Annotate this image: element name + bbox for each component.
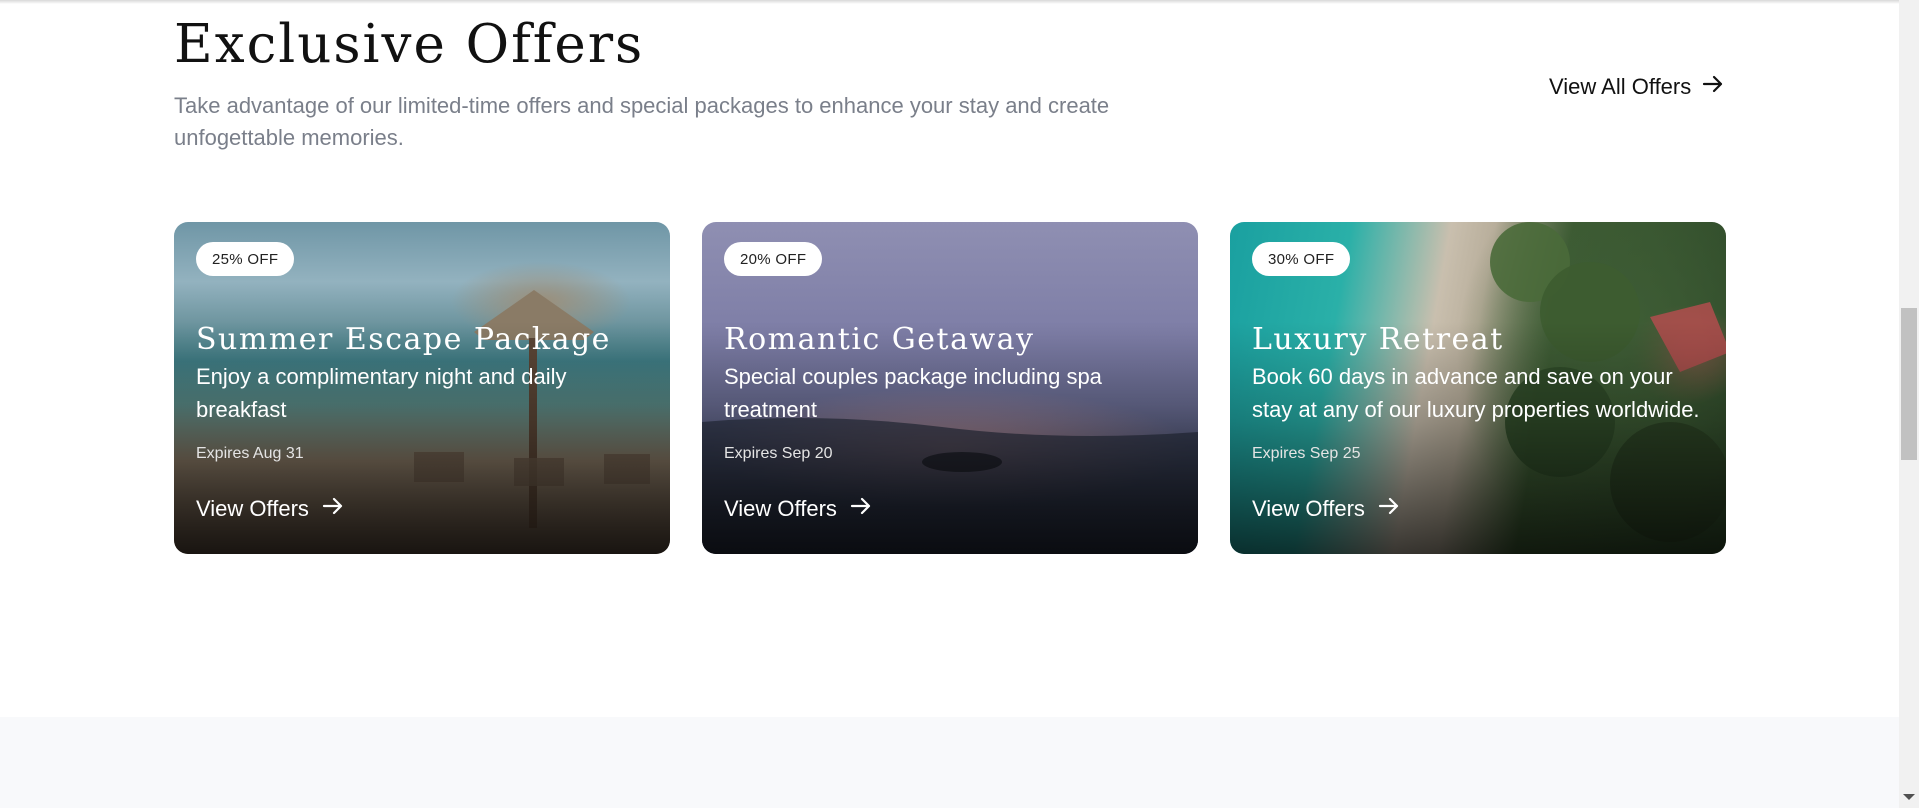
next-section-band [0,717,1899,808]
scroll-down-arrow-icon[interactable] [1903,794,1915,800]
section-title: Exclusive Offers [174,14,645,75]
discount-badge: 20% OFF [724,242,823,276]
card-description: Special couples package including spa tr… [724,364,1102,422]
card-title: Romantic Getaway [724,322,1035,357]
card-title: Summer Escape Package [196,322,611,357]
arrow-right-icon [321,494,345,524]
view-all-offers-link[interactable]: View All Offers [1549,72,1725,102]
card-description: Enjoy a complimentary night and daily br… [196,364,567,422]
section-description: Take advantage of our limited-time offer… [174,93,1110,150]
page: Exclusive Offers Take advantage of our l… [0,0,1899,808]
view-all-offers-label: View All Offers [1549,74,1692,99]
view-offers-link[interactable]: View Offers [724,494,873,524]
offer-card-luxury-retreat[interactable]: 30% OFF Luxury Retreat Book 60 days in a… [1230,222,1726,554]
card-description: Book 60 days in advance and save on your… [1252,364,1700,422]
discount-badge: 30% OFF [1252,242,1351,276]
view-offers-link[interactable]: View Offers [1252,494,1401,524]
view-offers-label: View Offers [1252,496,1365,521]
arrow-right-icon [1701,72,1725,102]
arrow-right-icon [849,494,873,524]
card-title: Luxury Retreat [1252,322,1504,357]
arrow-right-icon [1377,494,1401,524]
card-expiry: Expires Sep 20 [724,445,833,462]
view-offers-label: View Offers [196,496,309,521]
view-offers-label: View Offers [724,496,837,521]
card-expiry: Expires Aug 31 [196,445,304,462]
offer-card-summer-escape[interactable]: 25% OFF Summer Escape Package Enjoy a co… [174,222,670,554]
card-expiry: Expires Sep 25 [1252,445,1361,462]
offer-card-romantic-getaway[interactable]: 20% OFF Romantic Getaway Special couples… [702,222,1198,554]
scrollbar-thumb[interactable] [1901,308,1917,460]
discount-badge: 25% OFF [196,242,295,276]
view-offers-link[interactable]: View Offers [196,494,345,524]
